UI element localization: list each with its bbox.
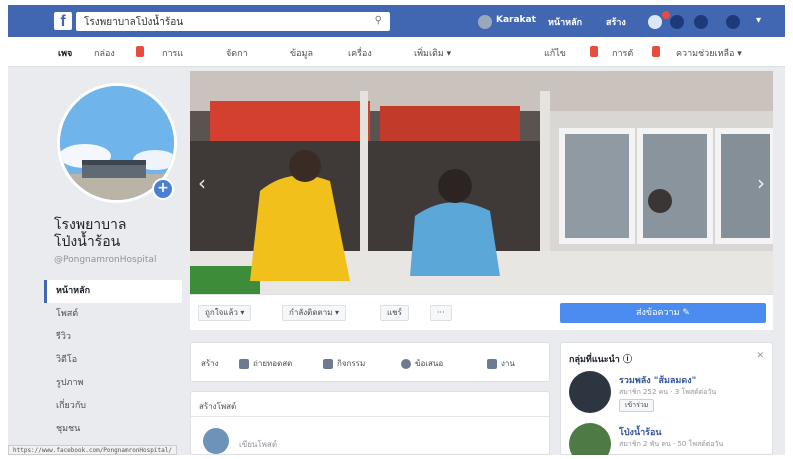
live-video-button[interactable]: ถ่ายทอดสด: [239, 357, 292, 370]
group-meta: สมาชิก 2 พัน คน · 50 โพสต์ต่อวัน: [619, 440, 724, 448]
group-photo[interactable]: [569, 371, 611, 413]
share-button[interactable]: แชร์: [380, 305, 409, 321]
offer-label: ข้อเสนอ: [415, 359, 444, 368]
tab-notifications[interactable]: การแ: [162, 46, 183, 60]
group-meta: สมาชิก 252 คน · 3 โพสต์ต่อวัน: [619, 388, 717, 396]
inbox-badge: [136, 46, 144, 57]
create-link[interactable]: สร้าง: [606, 15, 626, 29]
event-button[interactable]: กิจกรรม: [323, 357, 365, 370]
sidebar-item-about[interactable]: เกี่ยวกับ: [44, 395, 182, 418]
group-name-link[interactable]: รวมพลัง "ส้มลมดง": [619, 373, 696, 387]
search-input-value: โรงพยาบาลโป่งน้ำร้อน: [84, 17, 184, 28]
home-link[interactable]: หน้าหลัก: [548, 15, 582, 29]
profile-link[interactable]: Karakat: [496, 15, 536, 25]
sidebar-item-photos[interactable]: รูปภาพ: [44, 372, 182, 395]
suggested-groups-panel: กลุ่มที่แนะนำ ⓘ ✕ รวมพลัง "ส้มลมดง" สมาช…: [560, 342, 773, 455]
sidebar-item-posts[interactable]: โพสต์: [44, 303, 182, 326]
close-icon[interactable]: ✕: [756, 351, 764, 361]
video-camera-icon: [239, 358, 249, 369]
send-message-button[interactable]: ส่งข้อความ ✎: [560, 303, 766, 323]
job-label: งาน: [501, 359, 515, 368]
cover-prev-arrow-icon[interactable]: ‹: [198, 171, 206, 195]
tab-page[interactable]: เพจ: [58, 46, 72, 60]
tab-edit[interactable]: แก้ไข: [544, 46, 566, 60]
post-composer-toolbar: สร้าง ถ่ายทอดสด กิจกรรม ข้อเสนอ งาน: [190, 342, 550, 382]
sidebar-item-home[interactable]: หน้าหลัก: [44, 280, 182, 303]
tab-manage[interactable]: จัดกา: [226, 46, 248, 60]
offer-tag-icon: [401, 358, 411, 369]
more-options-button[interactable]: ···: [430, 305, 452, 321]
create-label[interactable]: สร้าง: [201, 357, 219, 370]
cover-photo[interactable]: ‹ ›: [190, 71, 773, 294]
user-avatar[interactable]: [478, 15, 492, 29]
tab-help[interactable]: ความช่วยเหลือ ▾: [676, 46, 742, 60]
edit-badge: [590, 46, 598, 57]
like-button[interactable]: ถูกใจแล้ว ▾: [198, 305, 252, 321]
sidebar-item-community[interactable]: ชุมชน: [44, 418, 182, 441]
cover-photo-image: [190, 71, 773, 294]
notification-badge: [662, 11, 670, 19]
page-avatar: [203, 428, 229, 454]
job-button[interactable]: งาน: [487, 357, 515, 370]
page-title: โรงพยาบาล โป่งน้ำร้อน: [54, 217, 127, 250]
facebook-logo-icon[interactable]: f: [54, 12, 72, 30]
suggested-groups-title: กลุ่มที่แนะนำ ⓘ: [569, 355, 632, 365]
top-navigation-bar: f โรงพยาบาลโป่งน้ำร้อน ⚲ Karakat หน้าหลั…: [8, 5, 785, 37]
calendar-icon: [323, 358, 333, 369]
account-menu-chevron-icon[interactable]: ▾: [756, 15, 761, 26]
friend-requests-icon[interactable]: [648, 15, 662, 29]
search-icon[interactable]: ⚲: [375, 15, 382, 26]
tab-insights[interactable]: ข้อมูล: [290, 46, 313, 60]
group-photo[interactable]: [569, 423, 611, 455]
create-post-box: สร้างโพสต์ เขียนโพสต์: [190, 391, 550, 455]
tab-more[interactable]: เพิ่มเติม ▾: [414, 46, 451, 60]
post-text-input[interactable]: เขียนโพสต์: [239, 438, 277, 451]
offer-button[interactable]: ข้อเสนอ: [401, 357, 443, 370]
group-name-link[interactable]: โป่งน้ำร้อน: [619, 425, 662, 439]
status-bar-url: https://www.facebook.com/PongnamronHospi…: [8, 445, 177, 455]
event-label: กิจกรรม: [337, 359, 366, 368]
facebook-page-window: f โรงพยาบาลโป่งน้ำร้อน ⚲ Karakat หน้าหลั…: [8, 5, 785, 455]
page-action-bar: ถูกใจแล้ว ▾ กำลังติดตาม ▾ แชร์ ··· ส่งข้…: [190, 294, 773, 330]
tab-settings[interactable]: การตั: [612, 46, 633, 60]
divider: [191, 416, 549, 417]
messenger-icon[interactable]: [670, 15, 684, 29]
settings-badge: [652, 46, 660, 57]
join-group-button[interactable]: เข้าร่วม: [619, 399, 655, 412]
search-input[interactable]: โรงพยาบาลโป่งน้ำร้อน ⚲: [76, 12, 390, 31]
cover-next-arrow-icon[interactable]: ›: [757, 171, 765, 195]
tab-inbox[interactable]: กล่อง: [94, 46, 115, 60]
page-handle[interactable]: @PongnamronHospital: [54, 255, 156, 265]
create-post-title: สร้างโพสต์: [199, 402, 237, 411]
follow-button[interactable]: กำลังติดตาม ▾: [282, 305, 347, 321]
page-sidebar-nav: หน้าหลัก โพสต์ รีวิว วิดีโอ รูปภาพ เกี่ย…: [44, 280, 182, 441]
page-management-tabs: เพจ กล่อง การแ จัดกา ข้อมูล เครื่อง เพิ่…: [8, 37, 785, 67]
live-video-label: ถ่ายทอดสด: [253, 359, 293, 368]
sidebar-item-videos[interactable]: วิดีโอ: [44, 349, 182, 372]
sidebar-item-reviews[interactable]: รีวิว: [44, 326, 182, 349]
notifications-icon[interactable]: [694, 15, 708, 29]
tab-tools[interactable]: เครื่อง: [348, 46, 372, 60]
add-photo-button[interactable]: +: [152, 178, 174, 200]
briefcase-icon: [487, 358, 497, 369]
help-icon[interactable]: [726, 15, 740, 29]
